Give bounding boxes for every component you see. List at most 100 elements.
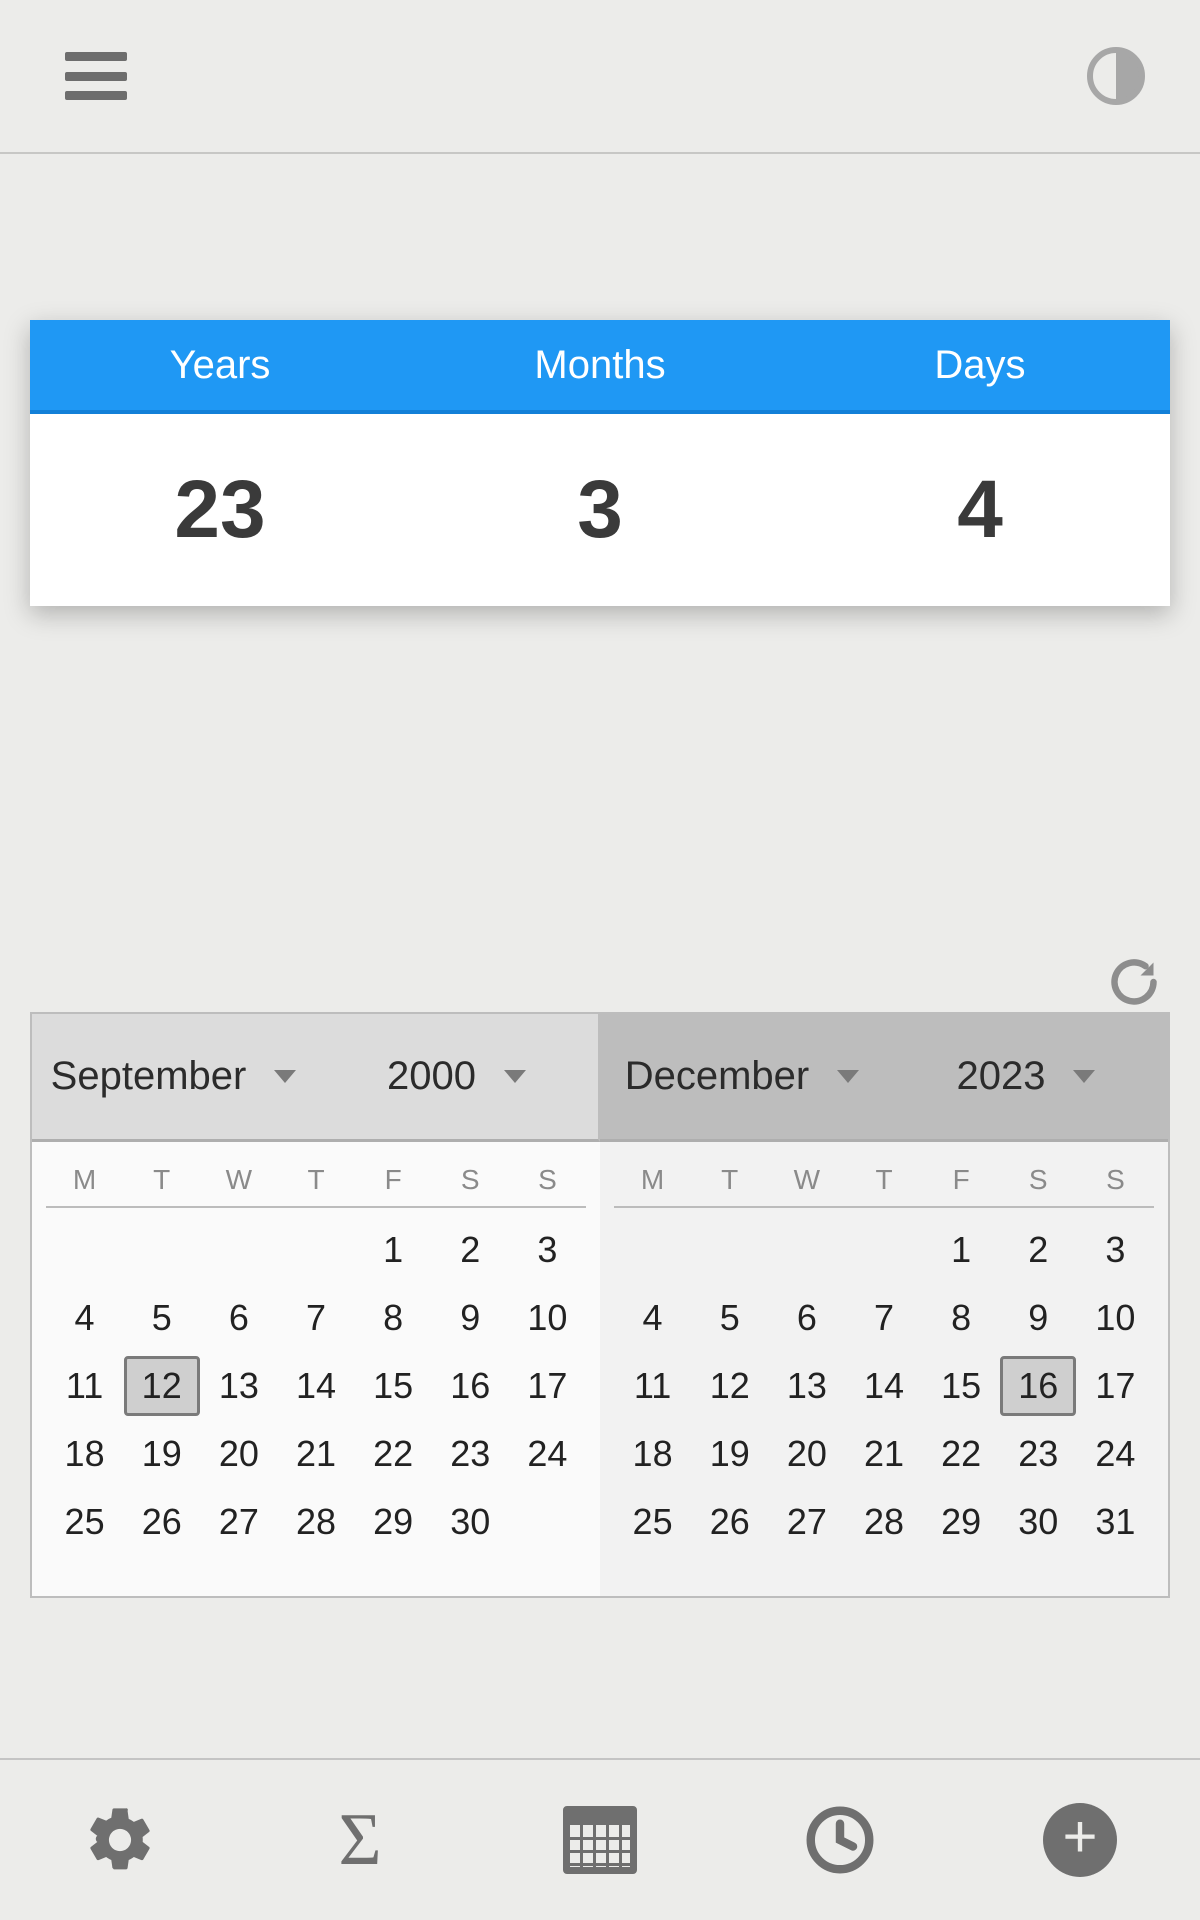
start-day-10[interactable]: 10 xyxy=(509,1284,586,1352)
end-day-28[interactable]: 28 xyxy=(845,1488,922,1556)
dow-label: S xyxy=(1000,1164,1077,1196)
start-day-4[interactable]: 4 xyxy=(46,1284,123,1352)
start-day-17[interactable]: 17 xyxy=(509,1352,586,1420)
start-day-5[interactable]: 5 xyxy=(123,1284,200,1352)
start-month-label: September xyxy=(51,1054,247,1099)
add-button[interactable]: + xyxy=(960,1803,1200,1877)
start-day-9[interactable]: 9 xyxy=(432,1284,509,1352)
end-day-15[interactable]: 15 xyxy=(923,1352,1000,1420)
end-day-25[interactable]: 25 xyxy=(614,1488,691,1556)
start-year-select[interactable]: 2000 xyxy=(315,1054,598,1099)
hamburger-menu-icon[interactable] xyxy=(65,52,127,100)
start-day-21[interactable]: 21 xyxy=(277,1420,354,1488)
start-day-3[interactable]: 3 xyxy=(509,1216,586,1284)
dow-label: W xyxy=(768,1164,845,1196)
end-day-6[interactable]: 6 xyxy=(768,1284,845,1352)
dow-label: T xyxy=(845,1164,922,1196)
end-day-22[interactable]: 22 xyxy=(923,1420,1000,1488)
dow-label: T xyxy=(691,1164,768,1196)
day-blank xyxy=(845,1216,922,1284)
end-day-18[interactable]: 18 xyxy=(614,1420,691,1488)
start-day-24[interactable]: 24 xyxy=(509,1420,586,1488)
end-day-10[interactable]: 10 xyxy=(1077,1284,1154,1352)
end-day-14[interactable]: 14 xyxy=(845,1352,922,1420)
start-month-select[interactable]: September xyxy=(32,1054,315,1099)
sum-button[interactable]: Σ xyxy=(240,1798,480,1883)
start-day-6[interactable]: 6 xyxy=(200,1284,277,1352)
start-day-26[interactable]: 26 xyxy=(123,1488,200,1556)
day-blank xyxy=(123,1216,200,1284)
settings-button[interactable] xyxy=(0,1802,240,1878)
day-blank xyxy=(277,1216,354,1284)
end-day-5[interactable]: 5 xyxy=(691,1284,768,1352)
end-month-select[interactable]: December xyxy=(600,1054,884,1099)
start-year-label: 2000 xyxy=(387,1054,476,1099)
end-day-13[interactable]: 13 xyxy=(768,1352,845,1420)
end-day-20[interactable]: 20 xyxy=(768,1420,845,1488)
start-day-23[interactable]: 23 xyxy=(432,1420,509,1488)
end-day-11[interactable]: 11 xyxy=(614,1352,691,1420)
refresh-icon[interactable] xyxy=(1108,956,1160,1008)
calendar-pair: September 2000 MTWTFSS 12345678910111213… xyxy=(30,1012,1170,1598)
start-day-12[interactable]: 12 xyxy=(124,1356,200,1416)
end-day-30[interactable]: 30 xyxy=(1000,1488,1077,1556)
calendar-icon xyxy=(563,1806,637,1874)
end-day-24[interactable]: 24 xyxy=(1077,1420,1154,1488)
end-day-12[interactable]: 12 xyxy=(691,1352,768,1420)
calendar-start: September 2000 MTWTFSS 12345678910111213… xyxy=(32,1014,600,1596)
end-month-label: December xyxy=(625,1054,810,1099)
end-day-19[interactable]: 19 xyxy=(691,1420,768,1488)
end-day-17[interactable]: 17 xyxy=(1077,1352,1154,1420)
start-day-2[interactable]: 2 xyxy=(432,1216,509,1284)
end-day-27[interactable]: 27 xyxy=(768,1488,845,1556)
result-header-years: Years xyxy=(30,343,410,388)
end-day-4[interactable]: 4 xyxy=(614,1284,691,1352)
chevron-down-icon xyxy=(1073,1070,1095,1083)
day-blank xyxy=(46,1216,123,1284)
start-day-8[interactable]: 8 xyxy=(355,1284,432,1352)
dow-label: M xyxy=(46,1164,123,1196)
start-day-28[interactable]: 28 xyxy=(277,1488,354,1556)
end-day-2[interactable]: 2 xyxy=(1000,1216,1077,1284)
start-day-16[interactable]: 16 xyxy=(432,1352,509,1420)
clock-button[interactable] xyxy=(720,1801,960,1879)
start-day-14[interactable]: 14 xyxy=(277,1352,354,1420)
start-day-7[interactable]: 7 xyxy=(277,1284,354,1352)
result-card: Years Months Days 23 3 4 xyxy=(30,320,1170,606)
start-day-1[interactable]: 1 xyxy=(355,1216,432,1284)
start-day-22[interactable]: 22 xyxy=(355,1420,432,1488)
dow-label: T xyxy=(123,1164,200,1196)
start-day-25[interactable]: 25 xyxy=(46,1488,123,1556)
start-day-27[interactable]: 27 xyxy=(200,1488,277,1556)
end-day-26[interactable]: 26 xyxy=(691,1488,768,1556)
end-day-23[interactable]: 23 xyxy=(1000,1420,1077,1488)
end-day-16[interactable]: 16 xyxy=(1000,1356,1076,1416)
end-day-8[interactable]: 8 xyxy=(923,1284,1000,1352)
dow-label: W xyxy=(200,1164,277,1196)
result-value-days: 4 xyxy=(790,463,1170,557)
chevron-down-icon xyxy=(837,1070,859,1083)
start-day-18[interactable]: 18 xyxy=(46,1420,123,1488)
dow-label: T xyxy=(277,1164,354,1196)
start-day-20[interactable]: 20 xyxy=(200,1420,277,1488)
start-day-29[interactable]: 29 xyxy=(355,1488,432,1556)
start-day-15[interactable]: 15 xyxy=(355,1352,432,1420)
start-day-19[interactable]: 19 xyxy=(123,1420,200,1488)
calendar-button[interactable] xyxy=(480,1806,720,1874)
end-day-29[interactable]: 29 xyxy=(923,1488,1000,1556)
start-day-30[interactable]: 30 xyxy=(432,1488,509,1556)
end-day-3[interactable]: 3 xyxy=(1077,1216,1154,1284)
start-day-11[interactable]: 11 xyxy=(46,1352,123,1420)
day-blank xyxy=(614,1216,691,1284)
end-day-9[interactable]: 9 xyxy=(1000,1284,1077,1352)
end-day-31[interactable]: 31 xyxy=(1077,1488,1154,1556)
day-blank xyxy=(768,1216,845,1284)
dow-label: F xyxy=(355,1164,432,1196)
end-year-select[interactable]: 2023 xyxy=(884,1054,1168,1099)
start-day-13[interactable]: 13 xyxy=(200,1352,277,1420)
end-day-7[interactable]: 7 xyxy=(845,1284,922,1352)
end-day-21[interactable]: 21 xyxy=(845,1420,922,1488)
end-day-1[interactable]: 1 xyxy=(923,1216,1000,1284)
dow-label: M xyxy=(614,1164,691,1196)
theme-toggle-icon[interactable] xyxy=(1087,47,1145,105)
